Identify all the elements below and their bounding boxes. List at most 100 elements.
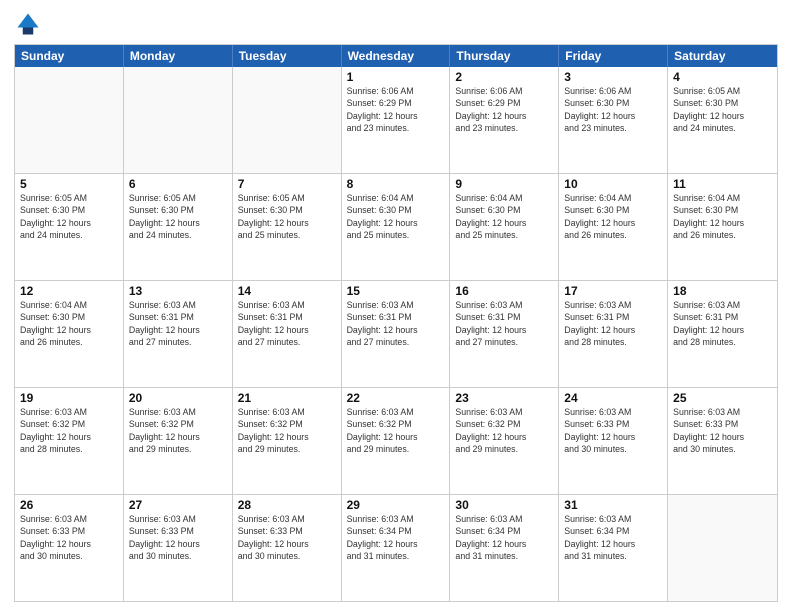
cal-cell: 27Sunrise: 6:03 AMSunset: 6:33 PMDayligh… (124, 495, 233, 601)
cal-cell: 19Sunrise: 6:03 AMSunset: 6:32 PMDayligh… (15, 388, 124, 494)
day-number: 18 (673, 284, 772, 298)
day-number: 16 (455, 284, 553, 298)
day-info: Sunrise: 6:03 AMSunset: 6:34 PMDaylight:… (455, 513, 553, 562)
day-info: Sunrise: 6:03 AMSunset: 6:33 PMDaylight:… (20, 513, 118, 562)
day-info: Sunrise: 6:04 AMSunset: 6:30 PMDaylight:… (347, 192, 445, 241)
day-info: Sunrise: 6:03 AMSunset: 6:33 PMDaylight:… (238, 513, 336, 562)
cal-cell: 25Sunrise: 6:03 AMSunset: 6:33 PMDayligh… (668, 388, 777, 494)
cal-cell: 15Sunrise: 6:03 AMSunset: 6:31 PMDayligh… (342, 281, 451, 387)
header-day-wednesday: Wednesday (342, 45, 451, 67)
day-info: Sunrise: 6:03 AMSunset: 6:31 PMDaylight:… (455, 299, 553, 348)
cal-week-1: 1Sunrise: 6:06 AMSunset: 6:29 PMDaylight… (15, 67, 777, 174)
day-info: Sunrise: 6:03 AMSunset: 6:32 PMDaylight:… (129, 406, 227, 455)
day-number: 11 (673, 177, 772, 191)
day-info: Sunrise: 6:03 AMSunset: 6:32 PMDaylight:… (238, 406, 336, 455)
day-number: 13 (129, 284, 227, 298)
day-info: Sunrise: 6:06 AMSunset: 6:30 PMDaylight:… (564, 85, 662, 134)
day-number: 28 (238, 498, 336, 512)
cal-week-2: 5 Sunrise: 6:05 AMSunset: 6:30 PMDaylight… (15, 174, 777, 281)
header-day-sunday: Sunday (15, 45, 124, 67)
cal-week-5: 26Sunrise: 6:03 AMSunset: 6:33 PMDayligh… (15, 495, 777, 601)
day-number: 10 (564, 177, 662, 191)
day-number: 31 (564, 498, 662, 512)
cal-cell (124, 67, 233, 173)
day-number: 12 (20, 284, 118, 298)
cal-cell (233, 67, 342, 173)
day-info: Sunrise: 6:03 AMSunset: 6:31 PMDaylight:… (673, 299, 772, 348)
day-number: 23 (455, 391, 553, 405)
day-number: 8 (347, 177, 445, 191)
day-info: Sunrise: 6:03 AMSunset: 6:31 PMDaylight:… (129, 299, 227, 348)
cal-week-4: 19Sunrise: 6:03 AMSunset: 6:32 PMDayligh… (15, 388, 777, 495)
cal-cell: 14Sunrise: 6:03 AMSunset: 6:31 PMDayligh… (233, 281, 342, 387)
cal-cell (668, 495, 777, 601)
cal-cell: 6Sunrise: 6:05 AMSunset: 6:30 PMDaylight… (124, 174, 233, 280)
day-info: Sunrise: 6:05 AMSunset: 6:30 PMDaylight:… (238, 192, 336, 241)
cal-cell: 23Sunrise: 6:03 AMSunset: 6:32 PMDayligh… (450, 388, 559, 494)
day-number: 25 (673, 391, 772, 405)
calendar-body: 1Sunrise: 6:06 AMSunset: 6:29 PMDaylight… (15, 67, 777, 601)
day-info: Sunrise: 6:03 AMSunset: 6:33 PMDaylight:… (129, 513, 227, 562)
day-info: Sunrise: 6:04 AMSunset: 6:30 PMDaylight:… (564, 192, 662, 241)
day-info: Sunrise: 6:03 AMSunset: 6:32 PMDaylight:… (20, 406, 118, 455)
cal-cell: 5Sunrise: 6:05 AMSunset: 6:30 PMDaylight… (15, 174, 124, 280)
day-number: 22 (347, 391, 445, 405)
day-number: 1 (347, 70, 445, 84)
day-number: 27 (129, 498, 227, 512)
day-info: Sunrise: 6:03 AMSunset: 6:32 PMDaylight:… (347, 406, 445, 455)
calendar: SundayMondayTuesdayWednesdayThursdayFrid… (14, 44, 778, 602)
day-number: 24 (564, 391, 662, 405)
day-number: 7 (238, 177, 336, 191)
page: SundayMondayTuesdayWednesdayThursdayFrid… (0, 0, 792, 612)
cal-cell: 21Sunrise: 6:03 AMSunset: 6:32 PMDayligh… (233, 388, 342, 494)
cal-cell: 29Sunrise: 6:03 AMSunset: 6:34 PMDayligh… (342, 495, 451, 601)
day-number: 6 (129, 177, 227, 191)
day-info: Sunrise: 6:03 AMSunset: 6:31 PMDaylight:… (564, 299, 662, 348)
cal-cell: 12Sunrise: 6:04 AMSunset: 6:30 PMDayligh… (15, 281, 124, 387)
day-info: Sunrise: 6:03 AMSunset: 6:34 PMDaylight:… (347, 513, 445, 562)
day-info: Sunrise: 6:04 AMSunset: 6:30 PMDaylight:… (20, 299, 118, 348)
day-number: 26 (20, 498, 118, 512)
day-number: 3 (564, 70, 662, 84)
cal-cell: 1Sunrise: 6:06 AMSunset: 6:29 PMDaylight… (342, 67, 451, 173)
day-number: 30 (455, 498, 553, 512)
cal-cell: 26Sunrise: 6:03 AMSunset: 6:33 PMDayligh… (15, 495, 124, 601)
day-number: 2 (455, 70, 553, 84)
day-info: Sunrise: 6:04 AMSunset: 6:30 PMDaylight:… (673, 192, 772, 241)
cal-cell: 2Sunrise: 6:06 AMSunset: 6:29 PMDaylight… (450, 67, 559, 173)
cal-cell: 9Sunrise: 6:04 AMSunset: 6:30 PMDaylight… (450, 174, 559, 280)
calendar-header: SundayMondayTuesdayWednesdayThursdayFrid… (15, 45, 777, 67)
day-number: 4 (673, 70, 772, 84)
day-info: Sunrise: 6:06 AMSunset: 6:29 PMDaylight:… (455, 85, 553, 134)
day-info: Sunrise: 6:03 AMSunset: 6:33 PMDaylight:… (564, 406, 662, 455)
day-number: 29 (347, 498, 445, 512)
day-number: 20 (129, 391, 227, 405)
cal-cell: 17Sunrise: 6:03 AMSunset: 6:31 PMDayligh… (559, 281, 668, 387)
day-info: Sunrise: 6:03 AMSunset: 6:34 PMDaylight:… (564, 513, 662, 562)
logo (14, 10, 46, 38)
day-number: 21 (238, 391, 336, 405)
cal-cell: 24Sunrise: 6:03 AMSunset: 6:33 PMDayligh… (559, 388, 668, 494)
header-day-monday: Monday (124, 45, 233, 67)
cal-cell: 28Sunrise: 6:03 AMSunset: 6:33 PMDayligh… (233, 495, 342, 601)
cal-cell (15, 67, 124, 173)
day-info: Sunrise: 6:06 AMSunset: 6:29 PMDaylight:… (347, 85, 445, 134)
header-day-tuesday: Tuesday (233, 45, 342, 67)
day-info: Sunrise: 6:03 AMSunset: 6:31 PMDaylight:… (347, 299, 445, 348)
cal-cell: 11Sunrise: 6:04 AMSunset: 6:30 PMDayligh… (668, 174, 777, 280)
day-number: 5 (20, 177, 118, 191)
day-number: 19 (20, 391, 118, 405)
logo-icon (14, 10, 42, 38)
cal-cell: 20Sunrise: 6:03 AMSunset: 6:32 PMDayligh… (124, 388, 233, 494)
day-info: Sunrise: 6:04 AMSunset: 6:30 PMDaylight:… (455, 192, 553, 241)
cal-cell: 4Sunrise: 6:05 AMSunset: 6:30 PMDaylight… (668, 67, 777, 173)
cal-cell: 3Sunrise: 6:06 AMSunset: 6:30 PMDaylight… (559, 67, 668, 173)
day-info: Sunrise: 6:05 AMSunset: 6:30 PMDaylight:… (673, 85, 772, 134)
day-info: Sunrise: 6:03 AMSunset: 6:33 PMDaylight:… (673, 406, 772, 455)
cal-cell: 18Sunrise: 6:03 AMSunset: 6:31 PMDayligh… (668, 281, 777, 387)
cal-cell: 13Sunrise: 6:03 AMSunset: 6:31 PMDayligh… (124, 281, 233, 387)
cal-cell: 8Sunrise: 6:04 AMSunset: 6:30 PMDaylight… (342, 174, 451, 280)
cal-cell: 30Sunrise: 6:03 AMSunset: 6:34 PMDayligh… (450, 495, 559, 601)
header-day-friday: Friday (559, 45, 668, 67)
header (14, 10, 778, 38)
